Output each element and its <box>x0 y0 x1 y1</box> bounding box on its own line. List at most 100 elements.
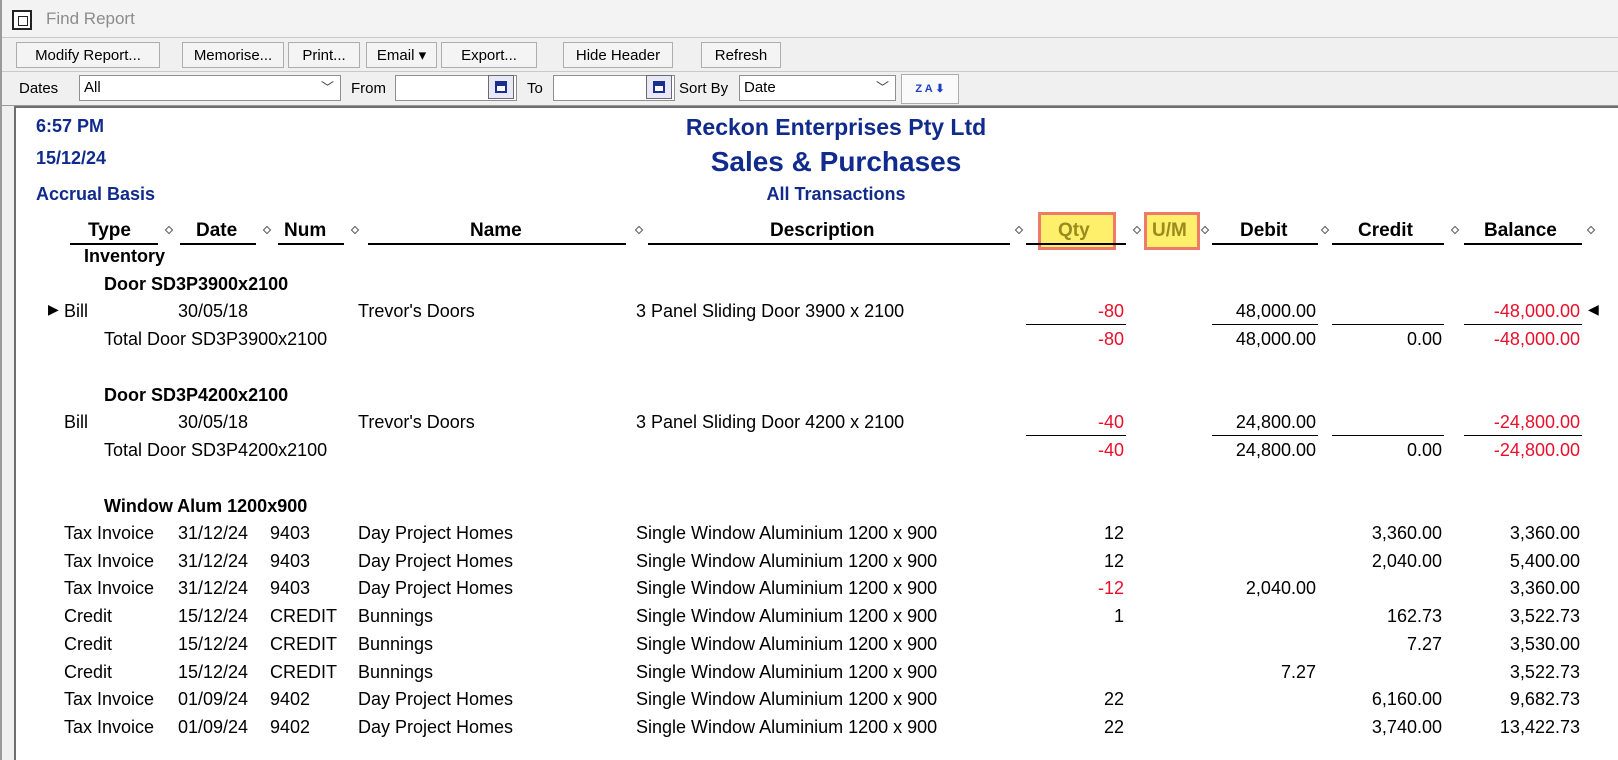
sort-by-select[interactable]: Date ﹀ <box>739 75 896 101</box>
row-balance[interactable]: -48,000.00 <box>1450 301 1580 322</box>
row-debit[interactable]: 7.27 <box>1202 662 1316 683</box>
col-resize-handle[interactable] <box>1200 225 1210 235</box>
refresh-button[interactable]: Refresh <box>701 42 781 68</box>
row-type[interactable]: Tax Invoice <box>64 578 154 599</box>
row-credit[interactable]: 6,160.00 <box>1332 689 1442 710</box>
row-name[interactable]: Bunnings <box>358 662 433 683</box>
col-credit[interactable]: Credit <box>1358 220 1413 242</box>
row-balance[interactable]: -24,800.00 <box>1450 412 1580 433</box>
row-num[interactable]: 9402 <box>270 689 310 710</box>
row-description[interactable]: Single Window Aluminium 1200 x 900 <box>636 523 937 544</box>
row-type[interactable]: Credit <box>64 634 112 655</box>
row-qty[interactable]: -12 <box>1026 578 1124 599</box>
row-qty[interactable]: 12 <box>1026 551 1124 572</box>
col-resize-handle[interactable] <box>164 225 174 235</box>
row-balance[interactable]: 3,522.73 <box>1450 662 1580 683</box>
row-description[interactable]: 3 Panel Sliding Door 3900 x 2100 <box>636 301 904 322</box>
row-name[interactable]: Day Project Homes <box>358 578 513 599</box>
col-resize-handle[interactable] <box>1014 225 1024 235</box>
row-name[interactable]: Bunnings <box>358 606 433 627</box>
row-date[interactable]: 31/12/24 <box>178 551 248 572</box>
row-credit[interactable]: 2,040.00 <box>1332 551 1442 572</box>
row-balance[interactable]: 3,360.00 <box>1450 523 1580 544</box>
col-debit[interactable]: Debit <box>1240 220 1288 242</box>
row-balance[interactable]: 5,400.00 <box>1450 551 1580 572</box>
row-num[interactable]: CREDIT <box>270 634 337 655</box>
row-qty[interactable]: -80 <box>1026 301 1124 322</box>
row-type[interactable]: Tax Invoice <box>64 689 154 710</box>
to-calendar-icon[interactable] <box>646 75 672 99</box>
row-date[interactable]: 15/12/24 <box>178 606 248 627</box>
modify-report-button[interactable]: Modify Report... <box>16 42 160 68</box>
row-description[interactable]: 3 Panel Sliding Door 4200 x 2100 <box>636 412 904 433</box>
col-type[interactable]: Type <box>88 220 131 242</box>
col-qty[interactable]: Qty <box>1058 220 1090 242</box>
row-debit[interactable]: 48,000.00 <box>1202 301 1316 322</box>
row-description[interactable]: Single Window Aluminium 1200 x 900 <box>636 634 937 655</box>
row-num[interactable]: CREDIT <box>270 606 337 627</box>
row-num[interactable]: CREDIT <box>270 662 337 683</box>
row-name[interactable]: Day Project Homes <box>358 551 513 572</box>
col-date[interactable]: Date <box>196 220 237 242</box>
row-credit[interactable]: 7.27 <box>1332 634 1442 655</box>
col-balance[interactable]: Balance <box>1484 220 1557 242</box>
row-date[interactable]: 01/09/24 <box>178 689 248 710</box>
row-debit[interactable]: 24,800.00 <box>1202 412 1316 433</box>
row-date[interactable]: 15/12/24 <box>178 662 248 683</box>
col-resize-handle[interactable] <box>350 225 360 235</box>
memorise-button[interactable]: Memorise... <box>182 42 284 68</box>
row-date[interactable]: 01/09/24 <box>178 717 248 738</box>
row-qty[interactable]: -40 <box>1026 412 1124 433</box>
row-qty[interactable]: 22 <box>1026 717 1124 738</box>
row-balance[interactable]: 13,422.73 <box>1450 717 1580 738</box>
row-date[interactable]: 31/12/24 <box>178 523 248 544</box>
row-qty[interactable]: 22 <box>1026 689 1124 710</box>
row-balance[interactable]: 3,522.73 <box>1450 606 1580 627</box>
row-type[interactable]: Bill <box>64 301 88 322</box>
row-description[interactable]: Single Window Aluminium 1200 x 900 <box>636 578 937 599</box>
row-name[interactable]: Trevor's Doors <box>358 412 475 433</box>
row-balance[interactable]: 9,682.73 <box>1450 689 1580 710</box>
row-num[interactable]: 9403 <box>270 523 310 544</box>
row-type[interactable]: Tax Invoice <box>64 551 154 572</box>
row-debit[interactable]: 2,040.00 <box>1202 578 1316 599</box>
row-name[interactable]: Day Project Homes <box>358 523 513 544</box>
col-resize-handle[interactable] <box>1450 225 1460 235</box>
row-balance[interactable]: 3,530.00 <box>1450 634 1580 655</box>
from-calendar-icon[interactable] <box>488 75 514 99</box>
col-name[interactable]: Name <box>470 220 522 242</box>
row-description[interactable]: Single Window Aluminium 1200 x 900 <box>636 717 937 738</box>
row-name[interactable]: Bunnings <box>358 634 433 655</box>
sort-direction-icon[interactable]: Z A ⬇ <box>901 74 959 104</box>
row-type[interactable]: Credit <box>64 606 112 627</box>
row-description[interactable]: Single Window Aluminium 1200 x 900 <box>636 689 937 710</box>
row-type[interactable]: Tax Invoice <box>64 717 154 738</box>
col-um[interactable]: U/M <box>1152 220 1187 242</box>
col-description[interactable]: Description <box>770 220 875 242</box>
export-button[interactable]: Export... <box>441 42 537 68</box>
row-credit[interactable]: 162.73 <box>1332 606 1442 627</box>
col-resize-handle[interactable] <box>262 225 272 235</box>
row-balance[interactable]: 3,360.00 <box>1450 578 1580 599</box>
row-name[interactable]: Day Project Homes <box>358 717 513 738</box>
row-num[interactable]: 9403 <box>270 551 310 572</box>
row-num[interactable]: 9403 <box>270 578 310 599</box>
row-type[interactable]: Credit <box>64 662 112 683</box>
row-date[interactable]: 15/12/24 <box>178 634 248 655</box>
dates-select[interactable]: All ﹀ <box>79 75 341 101</box>
email-dropdown-button[interactable]: Email ▾ <box>366 42 437 68</box>
row-date[interactable]: 31/12/24 <box>178 578 248 599</box>
row-description[interactable]: Single Window Aluminium 1200 x 900 <box>636 662 937 683</box>
hide-header-button[interactable]: Hide Header <box>563 42 673 68</box>
row-credit[interactable]: 3,360.00 <box>1332 523 1442 544</box>
row-num[interactable]: 9402 <box>270 717 310 738</box>
row-type[interactable]: Tax Invoice <box>64 523 154 544</box>
row-description[interactable]: Single Window Aluminium 1200 x 900 <box>636 606 937 627</box>
print-button[interactable]: Print... <box>288 42 360 68</box>
col-resize-handle[interactable] <box>1320 225 1330 235</box>
row-type[interactable]: Bill <box>64 412 88 433</box>
row-name[interactable]: Trevor's Doors <box>358 301 475 322</box>
row-qty[interactable]: 1 <box>1026 606 1124 627</box>
row-description[interactable]: Single Window Aluminium 1200 x 900 <box>636 551 937 572</box>
row-date[interactable]: 30/05/18 <box>178 412 248 433</box>
